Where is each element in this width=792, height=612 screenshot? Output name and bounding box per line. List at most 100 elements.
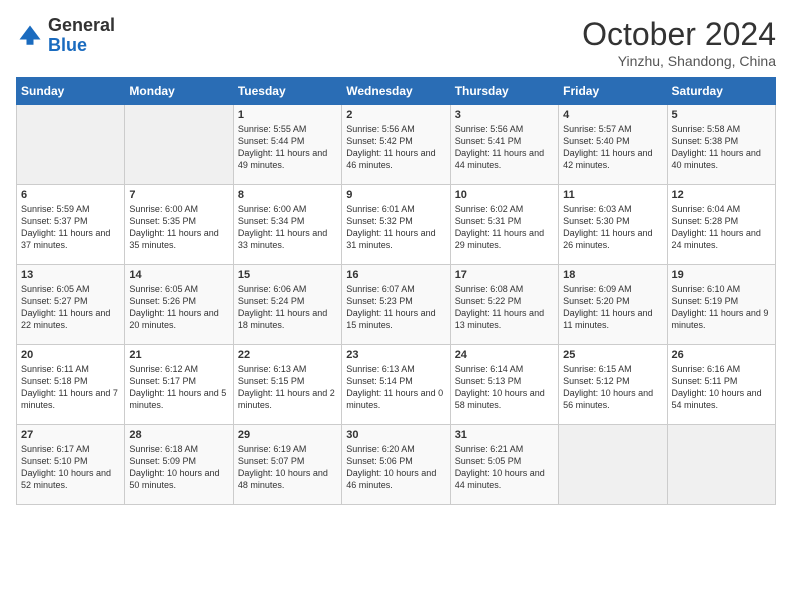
day-info: Sunrise: 6:03 AMSunset: 5:30 PMDaylight:… — [563, 203, 662, 252]
day-info: Sunrise: 5:56 AMSunset: 5:41 PMDaylight:… — [455, 123, 554, 172]
day-number: 22 — [238, 349, 337, 361]
calendar-cell: 31 Sunrise: 6:21 AMSunset: 5:05 PMDayligh… — [450, 425, 558, 505]
day-number: 29 — [238, 429, 337, 441]
calendar-cell: 9Sunrise: 6:01 AMSunset: 5:32 PMDaylight… — [342, 185, 450, 265]
day-info: Sunrise: 6:09 AMSunset: 5:20 PMDaylight:… — [563, 283, 662, 332]
day-number: 18 — [563, 269, 662, 281]
page-header: General Blue October 2024 Yinzhu, Shando… — [16, 16, 776, 69]
day-info: Sunrise: 6:05 AMSunset: 5:27 PMDaylight:… — [21, 283, 120, 332]
day-number: 30 — [346, 429, 445, 441]
calendar-cell: 16 Sunrise: 6:07 AMSunset: 5:23 PMDayligh… — [342, 265, 450, 345]
day-info: Sunrise: 6:14 AMSunset: 5:13 PMDaylight:… — [455, 363, 554, 412]
day-info: Sunrise: 6:13 AMSunset: 5:15 PMDaylight:… — [238, 363, 337, 412]
calendar-cell: 19 Sunrise: 6:10 AMSunset: 5:19 PMDayligh… — [667, 265, 775, 345]
calendar-cell: 1 Sunrise: 5:55 AMSunset: 5:44 PMDaylight… — [233, 105, 341, 185]
calendar-cell: 17 Sunrise: 6:08 AMSunset: 5:22 PMDayligh… — [450, 265, 558, 345]
calendar-week-row: 6 Sunrise: 5:59 AMSunset: 5:37 PMDaylight… — [17, 185, 776, 265]
calendar-cell: 21 Sunrise: 6:12 AMSunset: 5:17 PMDayligh… — [125, 345, 233, 425]
calendar-cell: 6 Sunrise: 5:59 AMSunset: 5:37 PMDaylight… — [17, 185, 125, 265]
day-info: Sunrise: 6:12 AMSunset: 5:17 PMDaylight:… — [129, 363, 228, 412]
day-number: 5 — [672, 109, 771, 121]
calendar-cell: 25 Sunrise: 6:15 AMSunset: 5:12 PMDayligh… — [559, 345, 667, 425]
calendar-cell: 13 Sunrise: 6:05 AMSunset: 5:27 PMDayligh… — [17, 265, 125, 345]
day-info: Sunrise: 6:04 AMSunset: 5:28 PMDaylight:… — [672, 203, 771, 252]
day-of-week-header: Thursday — [450, 78, 558, 105]
calendar-week-row: 20 Sunrise: 6:11 AMSunset: 5:18 PMDayligh… — [17, 345, 776, 425]
day-number: 1 — [238, 109, 337, 121]
day-info: Sunrise: 6:08 AMSunset: 5:22 PMDaylight:… — [455, 283, 554, 332]
day-number: 19 — [672, 269, 771, 281]
day-number: 20 — [21, 349, 120, 361]
day-number: 23 — [346, 349, 445, 361]
calendar-cell: 7 Sunrise: 6:00 AMSunset: 5:35 PMDaylight… — [125, 185, 233, 265]
day-of-week-header: Friday — [559, 78, 667, 105]
day-info: Sunrise: 5:59 AMSunset: 5:37 PMDaylight:… — [21, 203, 120, 252]
calendar-cell: 24Sunrise: 6:14 AMSunset: 5:13 PMDayligh… — [450, 345, 558, 425]
day-info: Sunrise: 6:16 AMSunset: 5:11 PMDaylight:… — [672, 363, 771, 412]
calendar-cell: 29 Sunrise: 6:19 AMSunset: 5:07 PMDayligh… — [233, 425, 341, 505]
day-info: Sunrise: 6:07 AMSunset: 5:23 PMDaylight:… — [346, 283, 445, 332]
calendar-cell: 18 Sunrise: 6:09 AMSunset: 5:20 PMDayligh… — [559, 265, 667, 345]
day-of-week-header: Tuesday — [233, 78, 341, 105]
day-number: 13 — [21, 269, 120, 281]
day-number: 25 — [563, 349, 662, 361]
day-info: Sunrise: 5:55 AMSunset: 5:44 PMDaylight:… — [238, 123, 337, 172]
calendar-cell: 11Sunrise: 6:03 AMSunset: 5:30 PMDayligh… — [559, 185, 667, 265]
calendar-cell: 3 Sunrise: 5:56 AMSunset: 5:41 PMDaylight… — [450, 105, 558, 185]
calendar-cell: 12Sunrise: 6:04 AMSunset: 5:28 PMDayligh… — [667, 185, 775, 265]
logo-text: General Blue — [48, 16, 115, 56]
day-number: 21 — [129, 349, 228, 361]
day-number: 15 — [238, 269, 337, 281]
calendar-cell: 30Sunrise: 6:20 AMSunset: 5:06 PMDayligh… — [342, 425, 450, 505]
day-number: 26 — [672, 349, 771, 361]
calendar-cell: 22 Sunrise: 6:13 AMSunset: 5:15 PMDayligh… — [233, 345, 341, 425]
calendar-table: SundayMondayTuesdayWednesdayThursdayFrid… — [16, 77, 776, 505]
calendar-cell — [667, 425, 775, 505]
calendar-cell: 20 Sunrise: 6:11 AMSunset: 5:18 PMDayligh… — [17, 345, 125, 425]
day-number: 7 — [129, 189, 228, 201]
logo: General Blue — [16, 16, 115, 56]
calendar-cell: 8Sunrise: 6:00 AMSunset: 5:34 PMDaylight… — [233, 185, 341, 265]
day-info: Sunrise: 6:01 AMSunset: 5:32 PMDaylight:… — [346, 203, 445, 252]
calendar-cell — [125, 105, 233, 185]
day-info: Sunrise: 6:06 AMSunset: 5:24 PMDaylight:… — [238, 283, 337, 332]
calendar-cell — [17, 105, 125, 185]
day-info: Sunrise: 5:58 AMSunset: 5:38 PMDaylight:… — [672, 123, 771, 172]
day-info: Sunrise: 5:57 AMSunset: 5:40 PMDaylight:… — [563, 123, 662, 172]
day-info: Sunrise: 6:11 AMSunset: 5:18 PMDaylight:… — [21, 363, 120, 412]
day-info: Sunrise: 6:17 AMSunset: 5:10 PMDaylight:… — [21, 443, 120, 492]
day-of-week-header: Sunday — [17, 78, 125, 105]
day-info: Sunrise: 6:21 AMSunset: 5:05 PMDaylight:… — [455, 443, 554, 492]
day-info: Sunrise: 6:18 AMSunset: 5:09 PMDaylight:… — [129, 443, 228, 492]
day-info: Sunrise: 6:10 AMSunset: 5:19 PMDaylight:… — [672, 283, 771, 332]
day-number: 17 — [455, 269, 554, 281]
calendar-cell: 28 Sunrise: 6:18 AMSunset: 5:09 PMDayligh… — [125, 425, 233, 505]
calendar-week-row: 1 Sunrise: 5:55 AMSunset: 5:44 PMDaylight… — [17, 105, 776, 185]
calendar-cell: 15 Sunrise: 6:06 AMSunset: 5:24 PMDayligh… — [233, 265, 341, 345]
calendar-cell: 10Sunrise: 6:02 AMSunset: 5:31 PMDayligh… — [450, 185, 558, 265]
day-number: 16 — [346, 269, 445, 281]
month-title: October 2024 — [582, 16, 776, 53]
location-subtitle: Yinzhu, Shandong, China — [582, 53, 776, 69]
calendar-cell: 5 Sunrise: 5:58 AMSunset: 5:38 PMDaylight… — [667, 105, 775, 185]
day-of-week-header: Wednesday — [342, 78, 450, 105]
calendar-cell: 27Sunrise: 6:17 AMSunset: 5:10 PMDayligh… — [17, 425, 125, 505]
calendar-week-row: 13 Sunrise: 6:05 AMSunset: 5:27 PMDayligh… — [17, 265, 776, 345]
calendar-week-row: 27Sunrise: 6:17 AMSunset: 5:10 PMDayligh… — [17, 425, 776, 505]
logo-icon — [16, 22, 44, 50]
day-number: 31 — [455, 429, 554, 441]
day-info: Sunrise: 6:00 AMSunset: 5:34 PMDaylight:… — [238, 203, 337, 252]
day-number: 3 — [455, 109, 554, 121]
day-number: 28 — [129, 429, 228, 441]
day-number: 4 — [563, 109, 662, 121]
calendar-cell: 23Sunrise: 6:13 AMSunset: 5:14 PMDayligh… — [342, 345, 450, 425]
calendar-header-row: SundayMondayTuesdayWednesdayThursdayFrid… — [17, 78, 776, 105]
day-info: Sunrise: 6:15 AMSunset: 5:12 PMDaylight:… — [563, 363, 662, 412]
day-info: Sunrise: 6:02 AMSunset: 5:31 PMDaylight:… — [455, 203, 554, 252]
calendar-cell — [559, 425, 667, 505]
day-number: 14 — [129, 269, 228, 281]
day-info: Sunrise: 6:00 AMSunset: 5:35 PMDaylight:… — [129, 203, 228, 252]
day-info: Sunrise: 5:56 AMSunset: 5:42 PMDaylight:… — [346, 123, 445, 172]
day-number: 6 — [21, 189, 120, 201]
day-info: Sunrise: 6:19 AMSunset: 5:07 PMDaylight:… — [238, 443, 337, 492]
